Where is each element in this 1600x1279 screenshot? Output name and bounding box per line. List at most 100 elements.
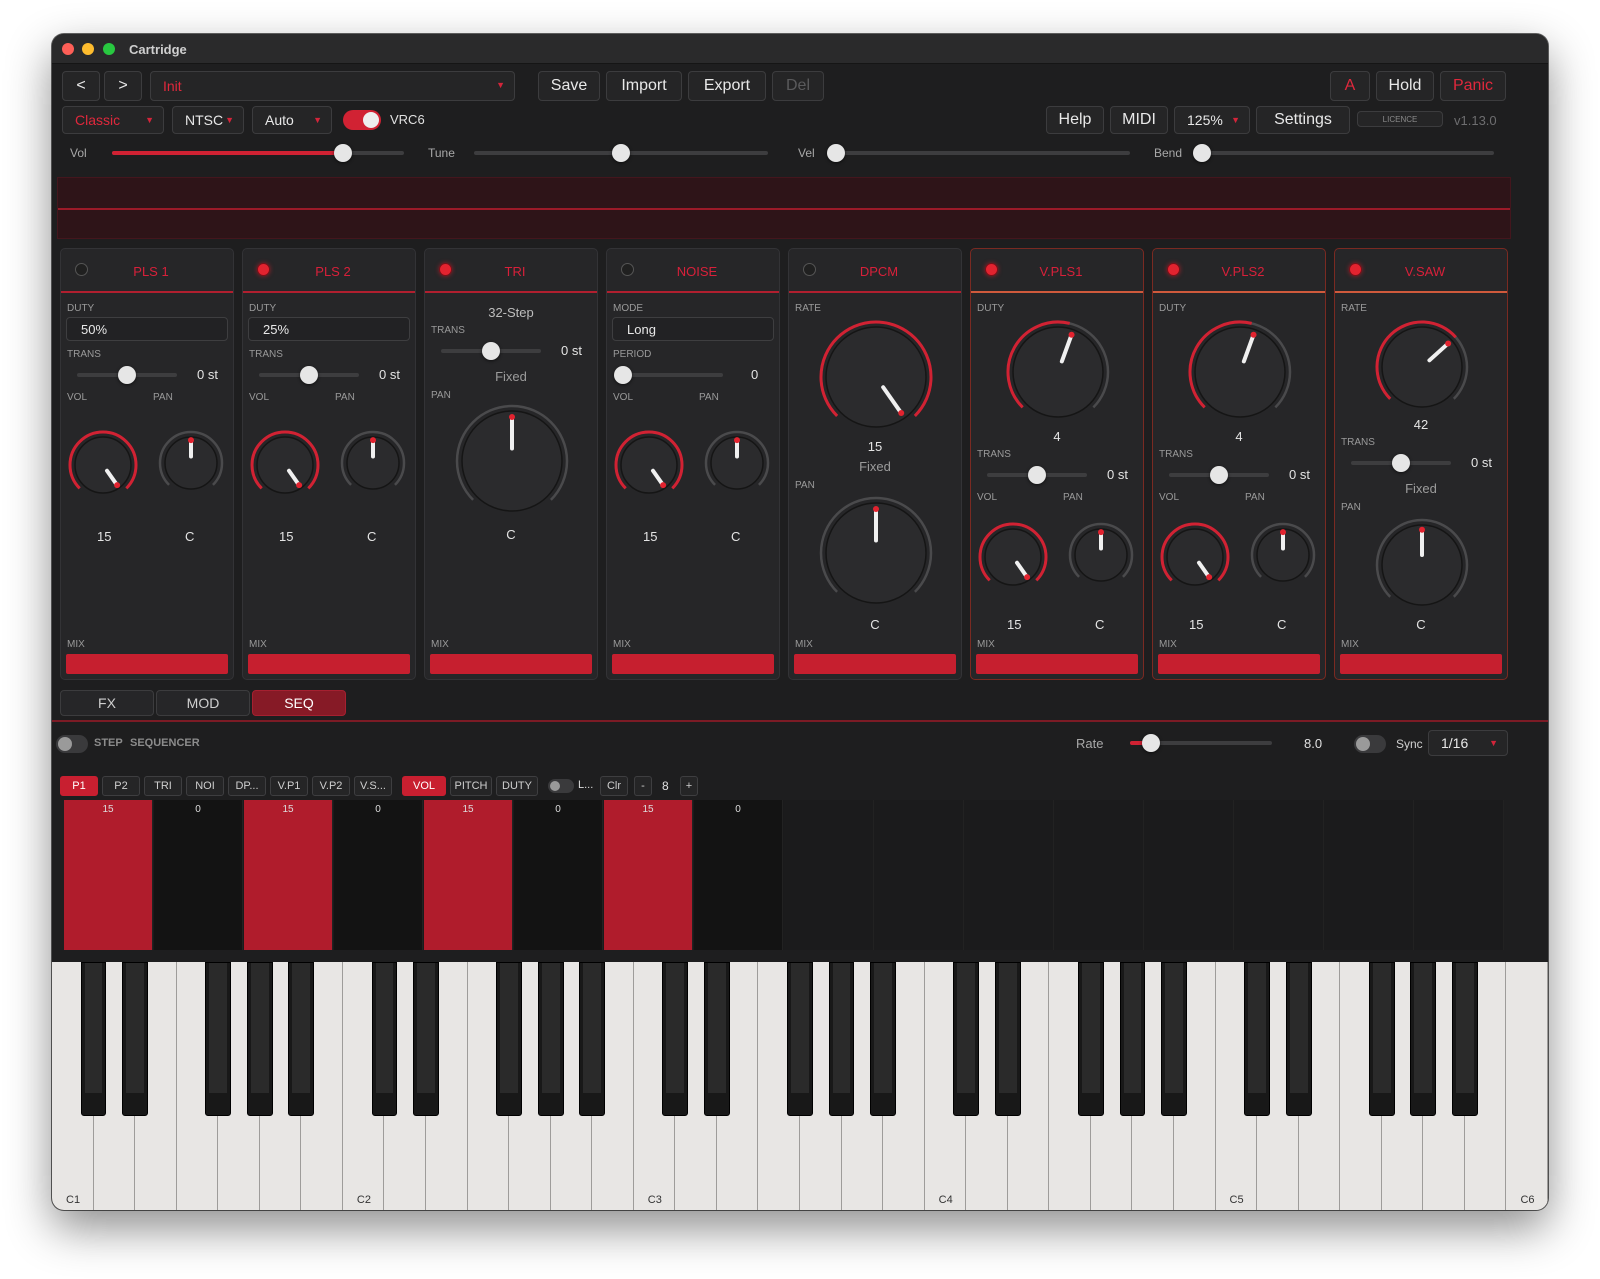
length-increase-button[interactable]: + [680,776,698,796]
slider-thumb[interactable] [1028,466,1046,484]
black-key[interactable] [704,962,730,1116]
black-key[interactable] [1285,962,1312,1116]
channel-enable-led[interactable] [803,263,816,276]
mode-dropdown[interactable]: Classic ▼ [62,106,164,134]
sequencer-step[interactable] [1414,800,1504,950]
sequencer-step[interactable]: 0 [334,800,423,950]
sequencer-enable-toggle[interactable] [56,735,88,753]
volume-knob[interactable] [613,429,685,501]
black-key[interactable] [371,962,398,1116]
auto-dropdown[interactable]: Auto ▼ [252,106,332,134]
a-button[interactable]: A [1330,71,1370,101]
param-tab-vol[interactable]: VOL [402,776,446,796]
black-key[interactable] [496,962,522,1116]
sequencer-step[interactable] [784,800,874,950]
rate-knob[interactable] [1374,319,1470,415]
pan-knob[interactable] [454,403,570,519]
transpose-slider[interactable] [1169,466,1269,484]
black-key[interactable] [537,962,564,1116]
volume-knob[interactable] [249,429,321,501]
black-key[interactable] [953,962,980,1116]
transpose-slider[interactable] [259,366,359,384]
channel-enable-led[interactable] [1167,263,1180,276]
param-tab-pitch[interactable]: PITCH [450,776,492,796]
sequencer-step[interactable]: 15 [424,800,513,950]
clear-button[interactable]: Clr [600,776,628,796]
channel-enable-led[interactable] [257,263,270,276]
delete-button[interactable]: Del [772,71,824,101]
black-key[interactable] [1452,962,1478,1116]
transpose-slider[interactable] [441,342,541,360]
duty-dropdown[interactable]: 50% [66,317,228,341]
black-key[interactable] [288,962,315,1116]
black-key[interactable] [80,962,107,1116]
sequencer-step[interactable]: 0 [694,800,783,950]
region-dropdown[interactable]: NTSC ▼ [172,106,244,134]
zoom-window-button[interactable] [103,43,115,55]
channel-enable-led[interactable] [621,263,634,276]
transpose-slider[interactable] [77,366,177,384]
black-key[interactable] [579,962,606,1116]
slider-thumb[interactable] [1193,144,1211,162]
sequencer-step[interactable]: 15 [604,800,693,950]
mix-bar[interactable] [1158,654,1320,674]
track-tab-vp2[interactable]: V.P2 [312,776,350,796]
help-button[interactable]: Help [1046,106,1104,134]
track-tab-vp1[interactable]: V.P1 [270,776,308,796]
slider-thumb[interactable] [827,144,845,162]
black-key[interactable] [1244,962,1270,1116]
channel-enable-led[interactable] [1349,263,1362,276]
transpose-slider[interactable] [1351,454,1451,472]
import-button[interactable]: Import [606,71,682,101]
sequencer-step[interactable]: 15 [64,800,153,950]
noise-mode-dropdown[interactable]: Long [612,317,774,341]
black-key[interactable] [1410,962,1437,1116]
zoom-dropdown[interactable]: 125% ▼ [1174,106,1250,134]
mix-bar[interactable] [430,654,592,674]
slider-thumb[interactable] [1392,454,1410,472]
slider-thumb[interactable] [1210,466,1228,484]
sync-toggle[interactable] [1354,735,1386,753]
preset-dropdown[interactable]: Init ▼ [150,71,515,101]
track-tab-p2[interactable]: P2 [102,776,140,796]
sequencer-step[interactable] [1144,800,1234,950]
black-key[interactable] [1368,962,1395,1116]
midi-button[interactable]: MIDI [1110,106,1168,134]
black-key[interactable] [994,962,1021,1116]
tune-slider[interactable] [474,144,768,162]
slider-thumb[interactable] [333,144,352,162]
volume-knob[interactable] [1159,521,1231,593]
pan-knob[interactable] [1067,521,1135,589]
track-tab-tri[interactable]: TRI [144,776,182,796]
link-toggle[interactable] [548,779,574,793]
mix-bar[interactable] [66,654,228,674]
save-button[interactable]: Save [538,71,600,101]
sequencer-step[interactable]: 0 [154,800,243,950]
bend-slider[interactable] [1193,144,1494,162]
mix-bar[interactable] [1340,654,1502,674]
track-tab-p1[interactable]: P1 [60,776,98,796]
sequencer-step[interactable] [1234,800,1324,950]
slider-thumb[interactable] [118,366,136,384]
track-tab-noi[interactable]: NOI [186,776,224,796]
sequencer-rate-slider[interactable] [1130,734,1272,752]
slider-thumb[interactable] [614,366,632,384]
duty-knob[interactable] [1187,319,1293,425]
channel-enable-led[interactable] [985,263,998,276]
pan-knob[interactable] [157,429,225,497]
black-key[interactable] [870,962,896,1116]
next-preset-button[interactable]: > [104,71,142,101]
vrc6-toggle[interactable] [343,110,381,130]
settings-button[interactable]: Settings [1256,106,1350,134]
tab-seq[interactable]: SEQ [252,690,346,716]
black-key[interactable] [246,962,273,1116]
black-key[interactable] [413,962,439,1116]
sequencer-step[interactable] [1324,800,1414,950]
mix-bar[interactable] [612,654,774,674]
licence-button[interactable]: LICENCE [1357,111,1443,127]
slider-thumb[interactable] [482,342,500,360]
close-window-button[interactable] [62,43,74,55]
duty-dropdown[interactable]: 25% [248,317,410,341]
pan-knob[interactable] [1374,517,1470,613]
duty-knob[interactable] [1005,319,1111,425]
